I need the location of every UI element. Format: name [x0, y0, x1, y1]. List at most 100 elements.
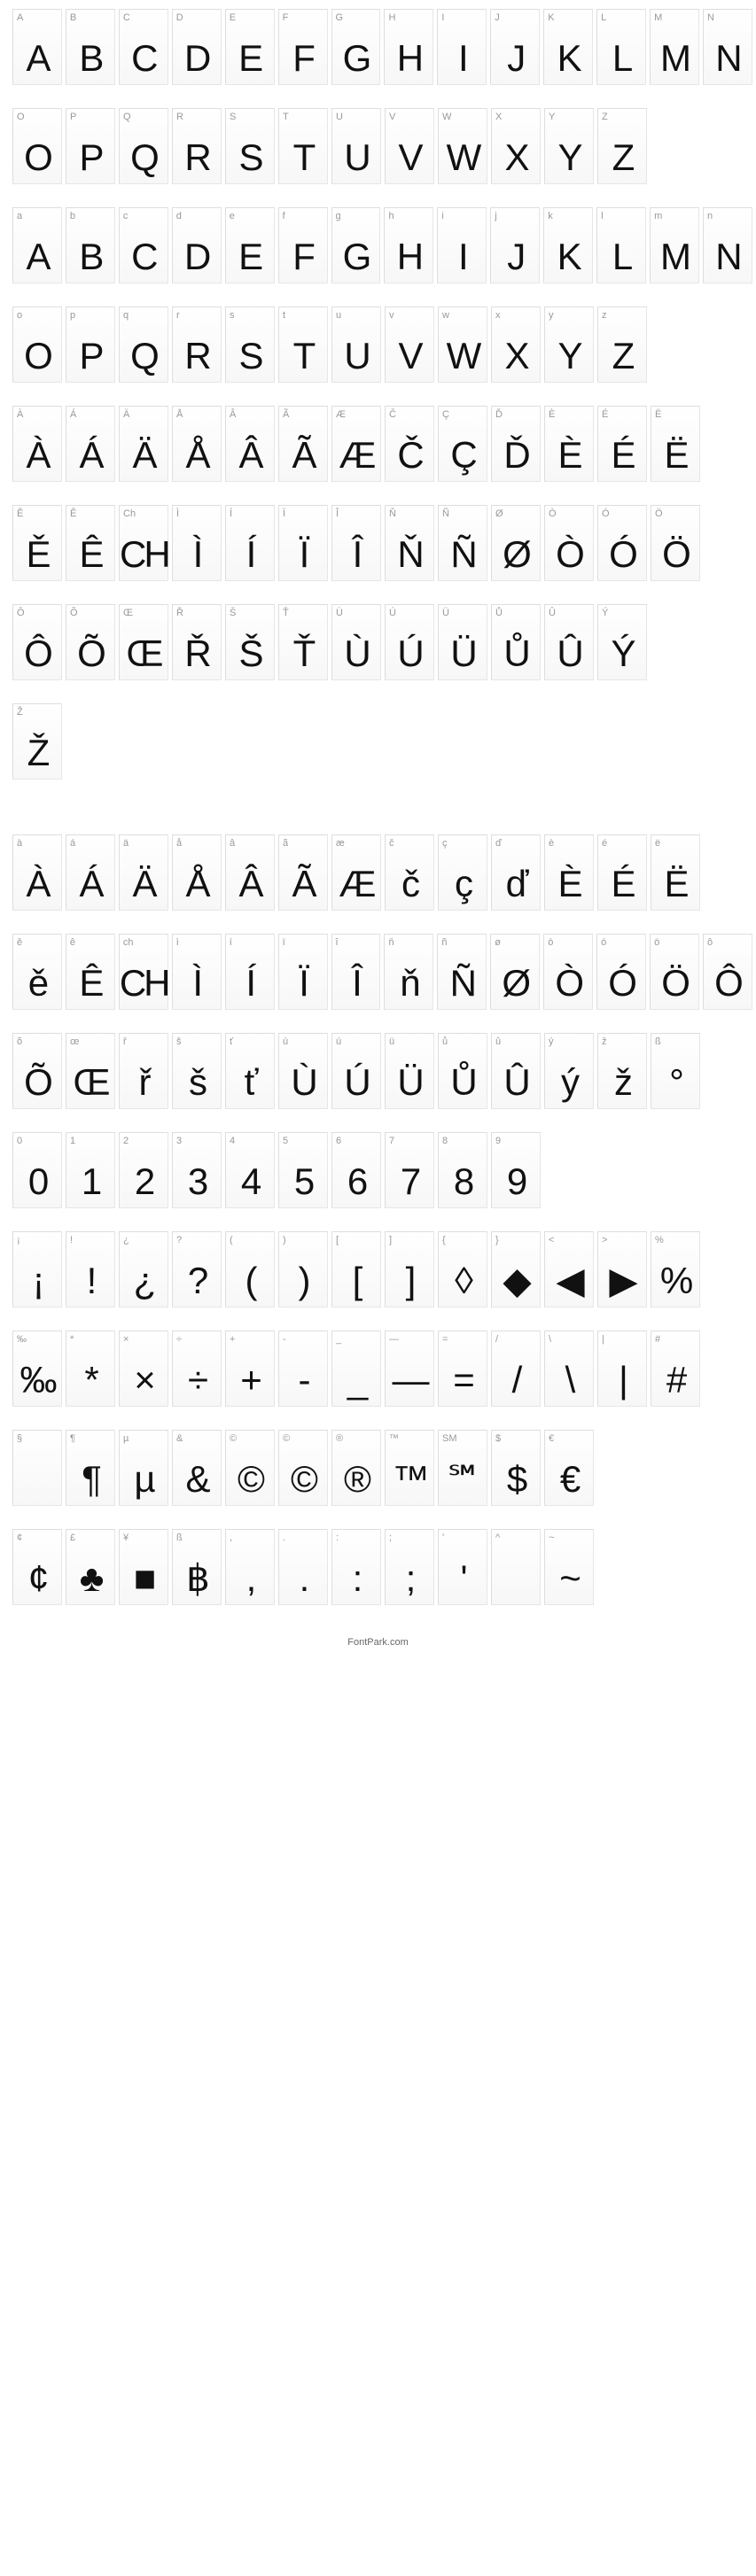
- glyph-row: aAbBcCdDeEfFgGhHiIjJkKlLmMnN: [12, 207, 756, 283]
- glyph-key: A: [17, 12, 23, 23]
- glyph-key: s: [230, 310, 235, 321]
- glyph-cell: )): [278, 1231, 328, 1307]
- glyph-cell: ÄÄ: [119, 406, 168, 482]
- glyph-cell: OO: [12, 108, 62, 184]
- glyph-key: Û: [549, 608, 556, 618]
- glyph-cell: ýý: [544, 1033, 594, 1109]
- glyph-key: l: [601, 211, 603, 221]
- glyph-cell: §: [12, 1430, 62, 1506]
- glyph-key: &: [176, 1433, 183, 1444]
- glyph-key: a: [17, 211, 22, 221]
- glyph-sample: ¢: [13, 1560, 61, 1597]
- glyph-key: Á: [70, 409, 76, 420]
- glyph-cell: ňň: [384, 934, 433, 1010]
- glyph-cell: ((: [225, 1231, 275, 1307]
- glyph-key: å: [176, 838, 182, 849]
- glyph-cell: cC: [119, 207, 168, 283]
- glyph-sample: \: [545, 1362, 593, 1399]
- glyph-key: =: [442, 1334, 448, 1345]
- glyph-cell: ůŮ: [438, 1033, 487, 1109]
- glyph-cell: 88: [438, 1132, 487, 1208]
- glyph-key: Ä: [123, 409, 129, 420]
- glyph-sample: Û: [492, 1064, 540, 1101]
- glyph-key: :: [336, 1532, 339, 1543]
- glyph-key: h: [388, 211, 394, 221]
- glyph-cell: ÀÀ: [12, 406, 62, 482]
- glyph-sample: ~: [545, 1560, 593, 1597]
- glyph-sample: I: [438, 40, 486, 77]
- glyph-sample: R: [173, 338, 221, 375]
- glyph-key: N: [707, 12, 714, 23]
- glyph-cell: 11: [66, 1132, 115, 1208]
- glyph-cell: ÈÈ: [544, 406, 594, 482]
- glyph-key: ä: [123, 838, 129, 849]
- glyph-key: ö: [654, 937, 659, 948]
- glyph-key: ê: [70, 937, 75, 948]
- glyph-key: ý: [549, 1036, 554, 1047]
- glyph-row: ¢¢£♣¥■ß฿,,..::;;''^~~: [12, 1529, 756, 1605]
- glyph-cell: ??: [172, 1231, 222, 1307]
- glyph-sample: Ú: [332, 1064, 380, 1101]
- glyph-cell: ÏÏ: [278, 505, 328, 581]
- glyph-sample: ť: [226, 1064, 274, 1101]
- glyph-cell: ťť: [225, 1033, 275, 1109]
- glyph-cell: WW: [438, 108, 487, 184]
- glyph-sample: |: [598, 1362, 646, 1399]
- glyph-cell: ŤŤ: [278, 604, 328, 680]
- glyph-key: ř: [123, 1036, 127, 1047]
- glyph-key: Ó: [602, 508, 610, 519]
- glyph-sample: ◆: [492, 1262, 540, 1300]
- glyph-cell: áÁ: [66, 834, 115, 911]
- glyph-cell: ÆÆ: [331, 406, 381, 482]
- glyph-sample: —: [386, 1362, 433, 1399]
- glyph-key: ?: [176, 1235, 182, 1245]
- glyph-cell: &&: [172, 1430, 222, 1506]
- glyph-cell: âÂ: [225, 834, 275, 911]
- glyph-cell: üÜ: [385, 1033, 434, 1109]
- glyph-key: i: [441, 211, 443, 221]
- glyph-cell: ÂÂ: [225, 406, 275, 482]
- glyph-sample: Õ: [13, 1064, 61, 1101]
- glyph-key: Ú: [389, 608, 396, 618]
- glyph-cell: îÎ: [331, 934, 381, 1010]
- glyph-cell: čč: [385, 834, 434, 911]
- glyph-key: ù: [283, 1036, 288, 1047]
- glyph-cell: ®®: [331, 1430, 381, 1506]
- glyph-key: û: [495, 1036, 501, 1047]
- glyph-key: K: [548, 12, 554, 23]
- glyph-cell: ¿¿: [119, 1231, 168, 1307]
- glyph-cell: 66: [331, 1132, 381, 1208]
- glyph-cell: lL: [596, 207, 646, 283]
- glyph-cell: çç: [438, 834, 487, 911]
- glyph-key: H: [388, 12, 395, 23]
- glyph-key: ): [283, 1235, 286, 1245]
- glyph-key: 3: [176, 1136, 182, 1146]
- glyph-cell: ××: [119, 1331, 168, 1407]
- glyph-key: Ñ: [442, 508, 449, 519]
- glyph-sample: 0: [13, 1163, 61, 1200]
- glyph-key: %: [655, 1235, 664, 1245]
- glyph-key: Ï: [283, 508, 285, 519]
- glyph-cell: ÇÇ: [438, 406, 487, 482]
- glyph-sample: Ò: [544, 965, 592, 1002]
- glyph-key: m: [654, 211, 662, 221]
- glyph-cell: ÔÔ: [12, 604, 62, 680]
- glyph-sample: T: [279, 139, 327, 176]
- glyph-sample: 2: [120, 1163, 168, 1200]
- glyph-sample: V: [386, 338, 433, 375]
- glyph-cell: €€: [544, 1430, 594, 1506]
- glyph-sample: 9: [492, 1163, 540, 1200]
- glyph-cell: ==: [438, 1331, 487, 1407]
- glyph-sample: B: [66, 238, 114, 275]
- glyph-sample: O: [13, 338, 61, 375]
- glyph-sample: Œ: [120, 635, 168, 672]
- glyph-cell: ÷÷: [172, 1331, 222, 1407]
- glyph-sample: D: [173, 238, 221, 275]
- glyph-key: M: [654, 12, 662, 23]
- glyph-cell: ||: [597, 1331, 647, 1407]
- glyph-key: €: [549, 1433, 554, 1444]
- glyph-cell: 33: [172, 1132, 222, 1208]
- glyph-cell: jJ: [490, 207, 540, 283]
- glyph-key: O: [17, 112, 25, 122]
- glyph-cell: íÍ: [225, 934, 275, 1010]
